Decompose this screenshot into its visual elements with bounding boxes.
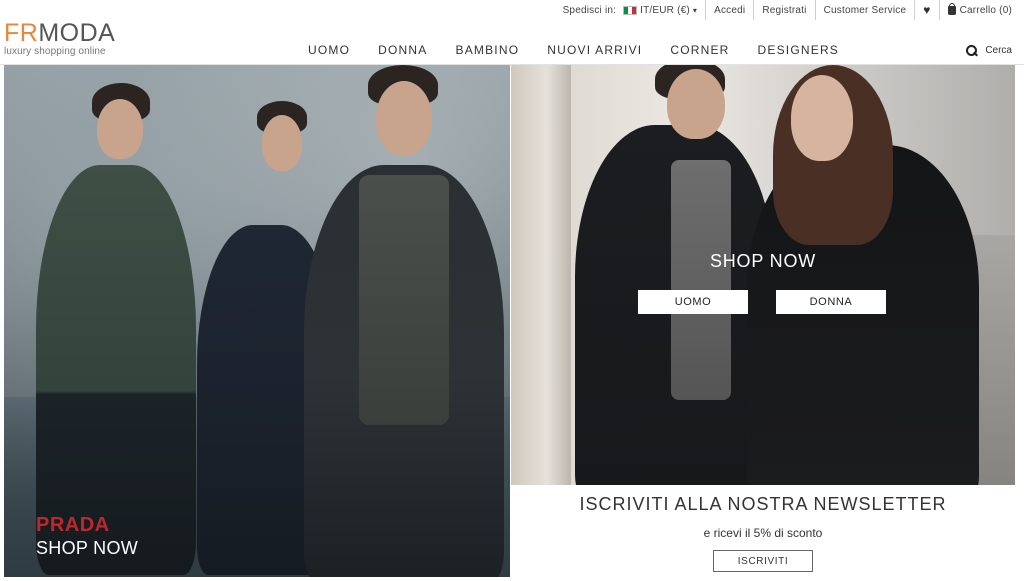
- search-button[interactable]: Cerca: [966, 45, 1012, 56]
- newsletter-subtitle: e ricevi il 5% di sconto: [703, 526, 823, 540]
- model-head: [97, 99, 143, 159]
- top-utility-bar: Spedisci in: IT/EUR (€) ▾ Accedi Registr…: [563, 0, 1020, 20]
- model-shirt: [359, 175, 449, 425]
- nav-item-designers[interactable]: DESIGNERS: [744, 43, 853, 57]
- shop-now-banner: SHOP NOW UOMO DONNA: [511, 65, 1015, 485]
- model-head: [262, 115, 302, 171]
- shop-now-link[interactable]: SHOP NOW: [36, 538, 138, 559]
- nav-item-nuovi-arrivi[interactable]: NUOVI ARRIVI: [533, 43, 656, 57]
- ship-label: Spedisci in:: [562, 4, 617, 16]
- prada-banner[interactable]: PRADA SHOP NOW: [4, 65, 510, 577]
- region-value: IT/EUR (€): [640, 4, 690, 16]
- cart-link[interactable]: Carrello (0): [940, 0, 1020, 20]
- newsletter-title: ISCRIVITI ALLA NOSTRA NEWSLETTER: [579, 494, 947, 514]
- shop-uomo-button[interactable]: UOMO: [638, 290, 748, 314]
- shop-now-heading: SHOP NOW: [709, 251, 817, 271]
- logo-wordmark: FRMODA: [4, 20, 115, 46]
- model-head: [667, 69, 725, 139]
- shipping-region-selector[interactable]: Spedisci in: IT/EUR (€) ▾: [563, 0, 707, 20]
- main-navigation: UOMO DONNA BAMBINO NUOVI ARRIVI CORNER D…: [294, 43, 853, 57]
- login-link[interactable]: Accedi: [706, 0, 755, 20]
- register-link[interactable]: Registrati: [754, 0, 816, 20]
- logo-tagline: luxury shopping online: [4, 46, 106, 57]
- brand-name: PRADA: [36, 514, 110, 536]
- flag-it-icon: [623, 5, 638, 15]
- shop-donna-button[interactable]: DONNA: [776, 290, 886, 314]
- subscribe-button[interactable]: ISCRIVITI: [713, 550, 813, 572]
- model-head: [791, 75, 853, 161]
- nav-item-bambino[interactable]: BAMBINO: [441, 43, 533, 57]
- caret-down-icon: ▾: [692, 5, 698, 15]
- newsletter-section: ISCRIVITI ALLA NOSTRA NEWSLETTER e ricev…: [511, 485, 1015, 581]
- model-sweater: [671, 160, 731, 400]
- model-head: [376, 81, 432, 155]
- nav-item-donna[interactable]: DONNA: [364, 43, 441, 57]
- nav-item-uomo[interactable]: UOMO: [294, 43, 364, 57]
- logo-main: MODA: [38, 19, 116, 47]
- heart-icon: ♥: [923, 3, 931, 17]
- site-logo[interactable]: FRMODA luxury shopping online: [4, 20, 115, 57]
- customer-service-link[interactable]: Customer Service: [816, 0, 916, 20]
- wishlist-button[interactable]: ♥: [915, 0, 940, 20]
- bag-icon: [947, 2, 956, 15]
- building-column: [511, 65, 571, 485]
- nav-item-corner[interactable]: CORNER: [656, 43, 743, 57]
- search-icon: [966, 45, 978, 56]
- cart-label: Carrello (0): [959, 4, 1012, 16]
- search-label: Cerca: [985, 45, 1012, 56]
- logo-accent: FR: [4, 19, 39, 47]
